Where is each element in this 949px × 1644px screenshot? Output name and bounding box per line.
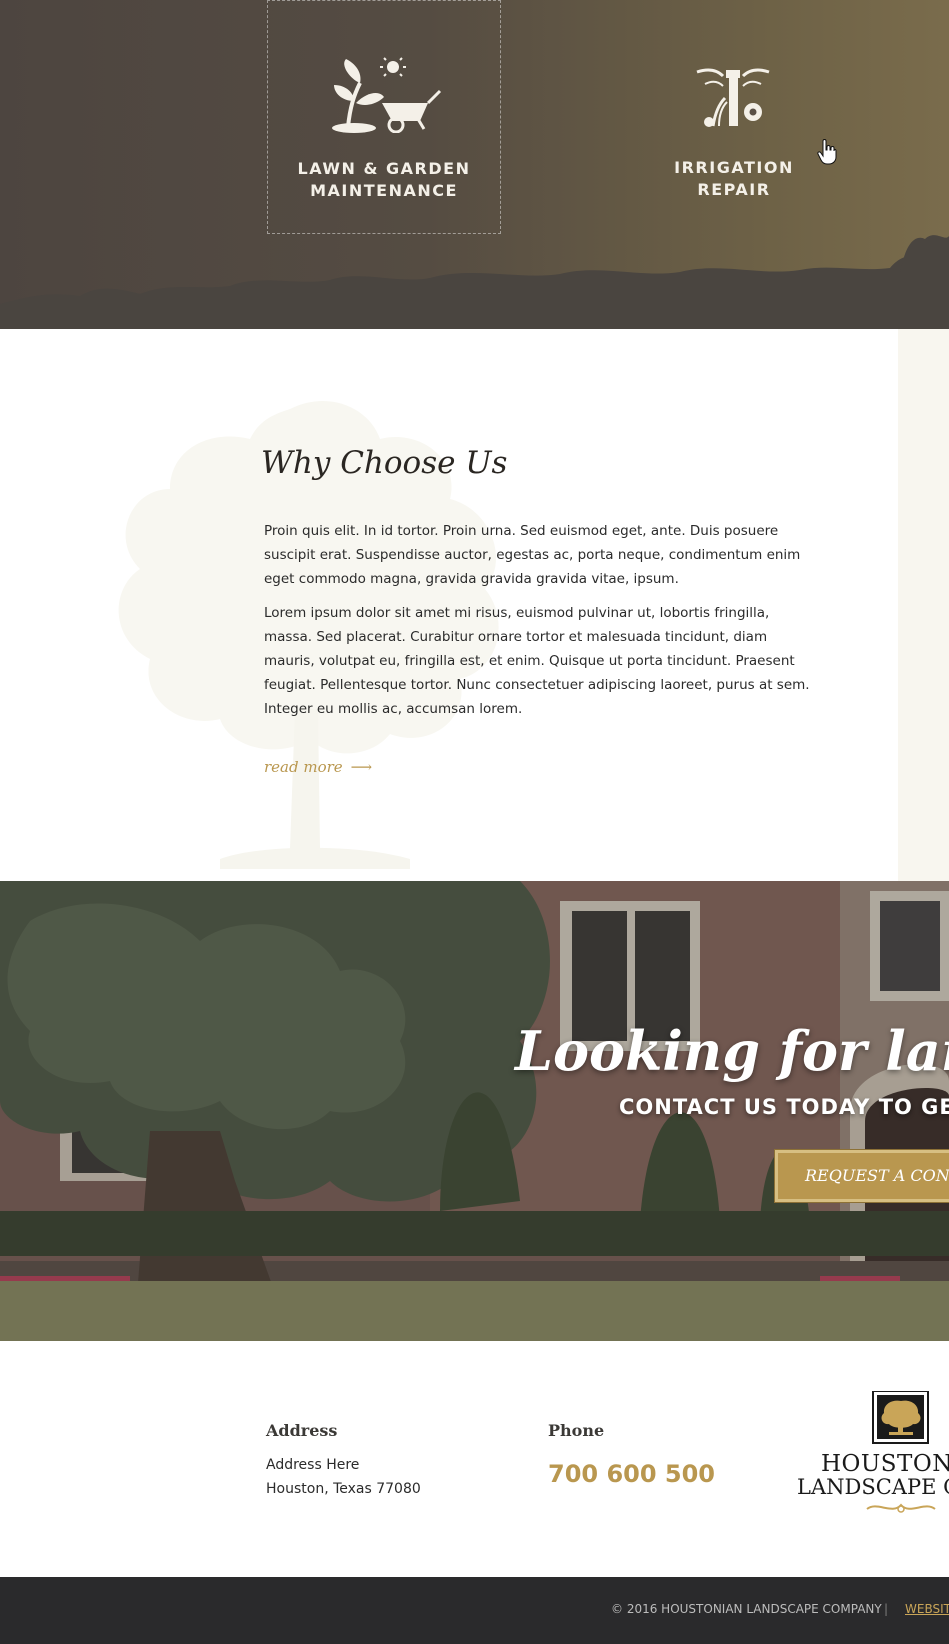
side-strip	[898, 329, 949, 881]
copyright-text: © 2016 HOUSTONIAN LANDSCAPE COMPANY	[611, 1602, 882, 1616]
contact-section: Address Address Here Houston, Texas 7708…	[0, 1341, 949, 1577]
read-more-label: read more	[264, 758, 343, 776]
paragraph: Lorem ipsum dolor sit amet mi risus, eui…	[264, 605, 810, 717]
address-title: Address	[266, 1421, 338, 1440]
logo-name: HOUSTONIA	[821, 1451, 949, 1477]
read-more-link[interactable]: read more ⟶	[264, 758, 372, 776]
service-irrigation-repair[interactable]: IRRIGATION REPAIR	[617, 0, 851, 234]
service-lawn-garden[interactable]: LAWN & GARDEN MAINTENANCE	[267, 0, 501, 234]
hero-subline: CONTACT US TODAY TO GE	[619, 1095, 949, 1119]
address-line: Houston, Texas 77080	[266, 1481, 421, 1497]
services-section: LAWN & GARDEN MAINTENANCE IRRIGATION REP…	[0, 0, 949, 329]
hero-headline: Looking for landsc	[515, 1019, 949, 1083]
garden-wheelbarrow-icon	[332, 57, 442, 133]
service-label: LAWN & GARDEN MAINTENANCE	[297, 159, 471, 200]
why-choose-us-section: Why Choose Us Proin quis elit. In id tor…	[0, 329, 949, 881]
hand-cursor-icon	[817, 139, 837, 165]
footer-separator: |	[884, 1602, 889, 1616]
website-link[interactable]: WEBSIT	[905, 1602, 949, 1616]
section-title: Why Choose Us	[261, 445, 508, 481]
service-label: IRRIGATION REPAIR	[674, 158, 794, 199]
treeline-silhouette	[0, 235, 949, 329]
hero-banner: Looking for landsc CONTACT US TODAY TO G…	[0, 881, 949, 1341]
paragraph: Proin quis elit. In id tortor. Proin urn…	[264, 523, 801, 587]
footer: © 2016 HOUSTONIAN LANDSCAPE COMPANY | WE…	[0, 1577, 949, 1644]
logo-subname: LANDSCAPE COM	[797, 1475, 949, 1499]
phone-number[interactable]: 700 600 500	[548, 1460, 715, 1488]
arrow-right-icon: ⟶	[350, 758, 373, 776]
request-consultation-button[interactable]: REQUEST A CONSULT	[774, 1149, 949, 1203]
sprinkler-icon	[696, 68, 770, 127]
phone-title: Phone	[548, 1421, 605, 1440]
address-line: Address Here	[266, 1457, 360, 1473]
